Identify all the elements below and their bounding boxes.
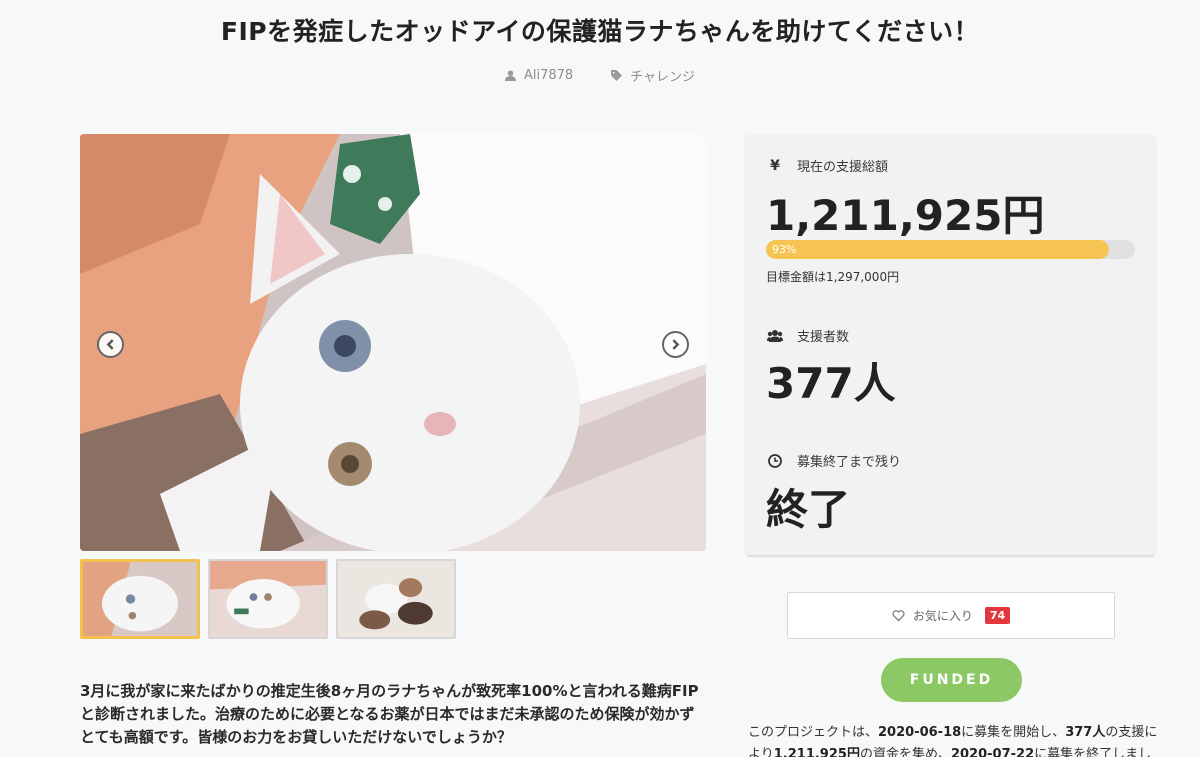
remaining-label: 募集終了まで残り (767, 451, 901, 470)
description-line: と診断されました。治療のために必要となるお薬が日本ではまだ未承認のため保険が効か… (80, 705, 695, 723)
yen-icon: ¥ (770, 157, 780, 174)
description-line: とても高額です。皆様のお力をお貸しいただけないでしょうか？ (80, 728, 512, 746)
category-name: チャレンジ (630, 70, 696, 85)
funding-progress-fill: 93% (766, 240, 1110, 259)
description-line: 3月に我が家に来たばかりの推定生後8ヶ月のラナちゃんが致死率100%と言われる難… (80, 682, 699, 700)
thumbnail-1[interactable] (80, 559, 200, 639)
summary-text: の支援に (1105, 725, 1158, 740)
users-icon (767, 329, 783, 343)
main-photo (80, 134, 706, 551)
supporters-label: 支援者数 (767, 326, 849, 345)
supporters-label-text: 支援者数 (797, 330, 850, 345)
thumbnail-strip (80, 559, 456, 639)
chevron-left-icon (106, 339, 114, 350)
cat-photo (80, 134, 706, 551)
favorite-button[interactable]: お気に入り 74 (787, 592, 1115, 639)
funded-badge[interactable]: FUNDED (881, 658, 1022, 702)
summary-start-date: 2020-06-18 (878, 725, 962, 740)
thumbnail-image (83, 562, 197, 636)
category-link[interactable]: チャレンジ (611, 66, 695, 85)
summary-end-date: 2020-07-22 (950, 747, 1035, 757)
thumbnail-2[interactable] (208, 559, 328, 639)
summary-text: より (748, 747, 774, 757)
author-name: Ali7878 (523, 68, 574, 83)
total-amount-value: 1,211,925円 (766, 191, 1045, 240)
remaining-value: 終了 (766, 485, 851, 534)
author-link[interactable]: Ali7878 (504, 66, 574, 85)
favorite-count-badge: 74 (984, 607, 1011, 624)
goal-amount: 目標金額は1,297,000円 (766, 270, 900, 284)
thumbnail-3[interactable] (336, 559, 456, 639)
prev-image-button[interactable] (97, 331, 124, 358)
project-meta: Ali7878 チャレンジ (0, 66, 1200, 85)
clock-icon (767, 453, 783, 468)
total-amount-label: ¥ 現在の支援総額 (767, 156, 889, 176)
chevron-right-icon (672, 339, 680, 350)
funding-stats-panel: ¥ 現在の支援総額 1,211,925円 93% 目標金額は1,297,000円… (746, 134, 1155, 555)
summary-text: に募集を開始し、 (961, 725, 1066, 740)
project-summary: このプロジェクトは、2020-06-18に募集を開始し、377人の支援に より1… (748, 722, 1158, 757)
project-description: 3月に我が家に来たばかりの推定生後8ヶ月のラナちゃんが致死率100%と言われる難… (80, 680, 720, 749)
summary-amount: 1,211,925円 (773, 747, 860, 757)
summary-text: このプロジェクトは、 (748, 725, 879, 740)
summary-supporters: 377人 (1065, 725, 1106, 740)
tag-icon (611, 70, 623, 81)
summary-text: の資金を集め、 (859, 747, 951, 757)
next-image-button[interactable] (662, 331, 689, 358)
favorite-label: お気に入り (912, 609, 973, 623)
remaining-label-text: 募集終了まで残り (797, 455, 902, 470)
page-title: FIPを発症したオッドアイの保護猫ラナちゃんを助けてください！ (220, 17, 980, 46)
heart-icon (892, 610, 905, 622)
funding-progress-bar: 93% (766, 240, 1135, 259)
thumbnail-image (338, 561, 454, 637)
supporters-value: 377人 (766, 359, 896, 408)
user-icon (504, 70, 516, 81)
total-amount-label-text: 現在の支援総額 (797, 160, 889, 175)
thumbnail-image (210, 561, 326, 637)
